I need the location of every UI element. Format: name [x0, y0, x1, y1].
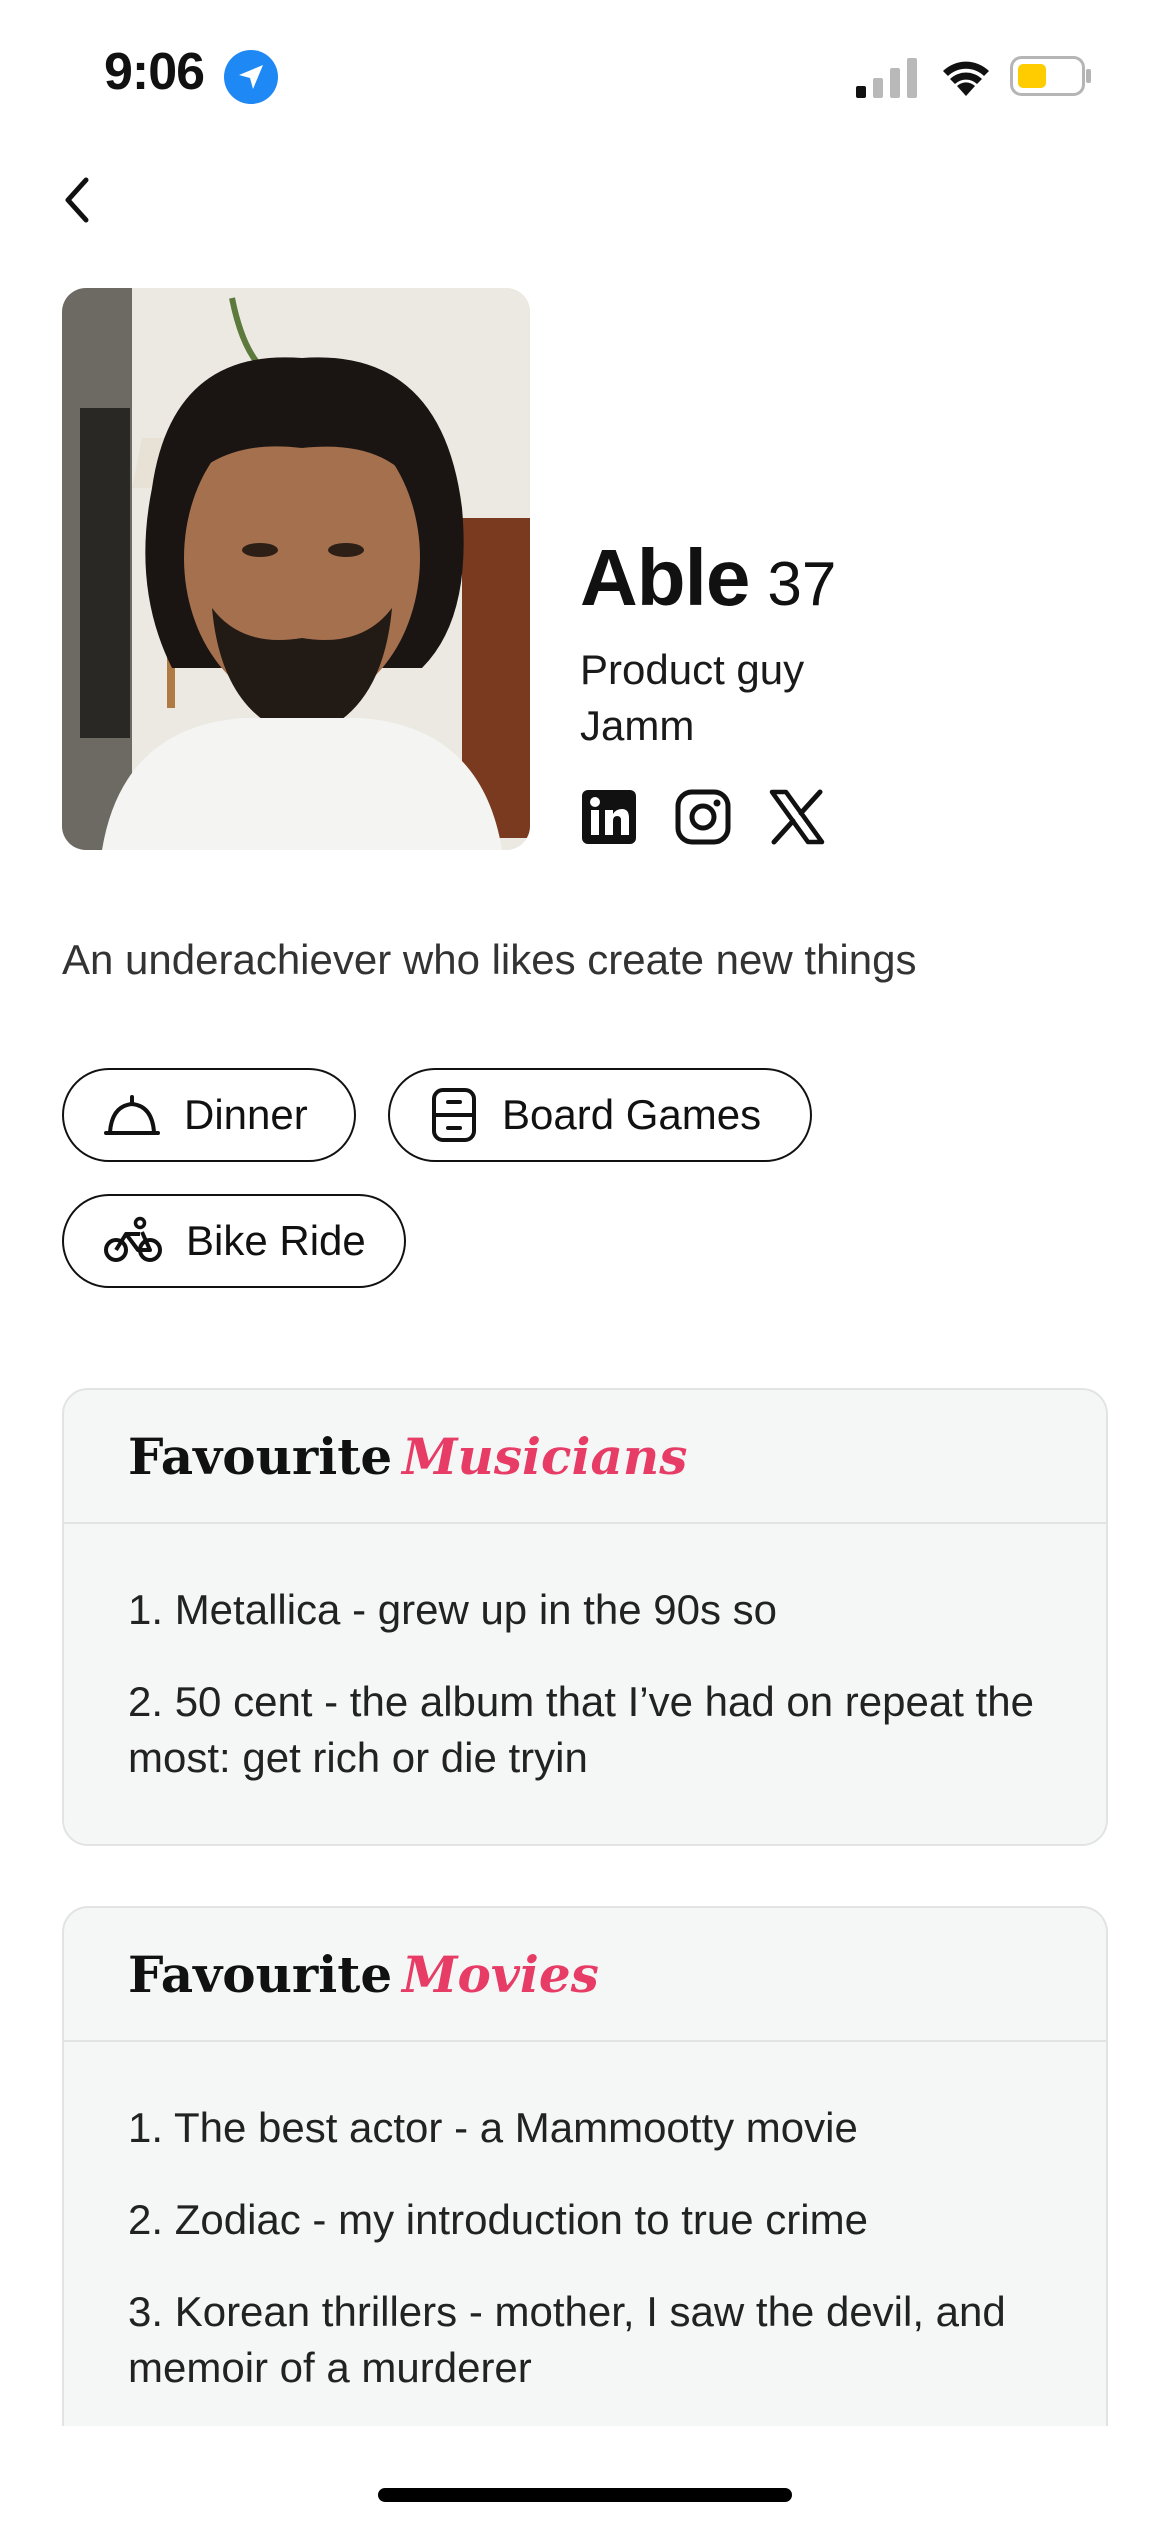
card-title: Favourite Movies — [64, 1908, 1106, 2042]
x-icon[interactable] — [768, 788, 826, 846]
profile-company: Jamm — [580, 702, 695, 749]
back-chevron-icon[interactable] — [56, 170, 100, 230]
list-item: 2. Zodiac - my introduction to true crim… — [128, 2196, 868, 2243]
profile-role: Product guy — [580, 646, 805, 693]
card-title-accent: Musicians — [402, 1426, 688, 1486]
bicycle-icon — [104, 1216, 162, 1262]
cellular-signal-icon — [856, 58, 917, 98]
profile-bio: An underachiever who likes create new th… — [62, 936, 917, 983]
list-item: 3. Korean thrillers - mother, I saw the … — [128, 2288, 1006, 2391]
wifi-icon — [943, 61, 989, 96]
location-arrow-icon — [224, 50, 278, 104]
interest-chip-dinner[interactable]: Dinner — [62, 1068, 356, 1162]
favourite-musicians-card: Favourite Musicians 1. Metallica - grew u… — [62, 1388, 1108, 1846]
social-links — [580, 788, 826, 846]
profile-name-row: Able 37 — [580, 532, 836, 624]
status-bar: 9:06 — [0, 0, 1170, 150]
interest-chip-board-games[interactable]: Board Games — [388, 1068, 812, 1162]
card-title-plain: Favourite — [128, 1944, 393, 2004]
status-time: 9:06 — [104, 43, 205, 101]
chip-label: Bike Ride — [186, 1217, 366, 1264]
card-title-accent: Movies — [402, 1944, 599, 2004]
battery-icon — [1010, 56, 1091, 96]
profile-photo — [62, 288, 530, 850]
list-item: 1. Metallica - grew up in the 90s so — [128, 1586, 777, 1633]
chip-label: Dinner — [184, 1091, 308, 1138]
favourite-movies-card: Favourite Movies 1. The best actor - a Ma… — [62, 1906, 1108, 2426]
instagram-icon[interactable] — [674, 788, 732, 846]
interest-chip-bike-ride[interactable]: Bike Ride — [62, 1194, 406, 1288]
list-item: 1. The best actor - a Mammootty movie — [128, 2104, 858, 2151]
chip-label: Board Games — [502, 1091, 762, 1138]
home-indicator — [378, 2488, 792, 2502]
card-title-plain: Favourite — [128, 1426, 393, 1486]
profile-name: Able — [580, 533, 750, 622]
list-item: 2. 50 cent - the album that I’ve had on … — [128, 1678, 1034, 1781]
board-games-icon — [432, 1088, 476, 1142]
card-title: Favourite Musicians — [64, 1390, 1106, 1524]
cloche-icon — [104, 1095, 160, 1135]
linkedin-icon[interactable] — [580, 788, 638, 846]
profile-age: 37 — [767, 550, 837, 619]
